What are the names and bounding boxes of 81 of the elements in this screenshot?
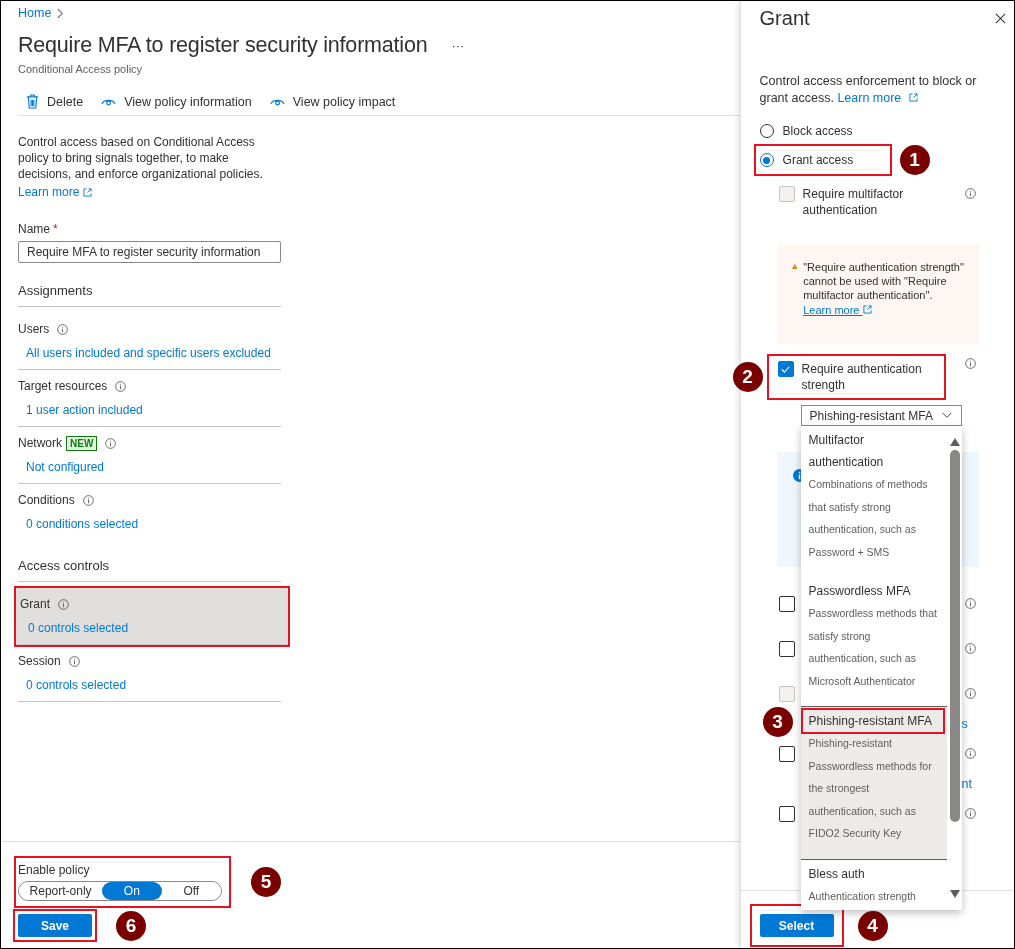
radio-label: Grant access	[782, 153, 854, 167]
section-link[interactable]: 0 controls selected	[28, 621, 129, 635]
learn-more-link[interactable]: Learn more	[18, 185, 93, 199]
section-label: Target resources	[18, 379, 108, 393]
info-icon	[964, 358, 976, 369]
page-subtitle: Conditional Access policy	[18, 63, 144, 75]
checkbox[interactable]	[778, 596, 795, 612]
scrollbar-thumb[interactable]	[949, 450, 960, 822]
step-marker: 6	[116, 910, 146, 941]
step-marker: 4	[857, 910, 888, 941]
section-heading: Access controls	[18, 558, 281, 582]
breadcrumb-link[interactable]: Home	[18, 6, 52, 20]
step-marker: 3	[762, 707, 793, 737]
step-marker: 2	[732, 362, 763, 392]
warning-message: "Require authentication strength" cannot be used with "Require multifactor authentication".	[803, 260, 965, 302]
toolbar-button[interactable]: View policy impact	[267, 94, 398, 109]
more-button[interactable]: ···	[447, 37, 469, 53]
external-link-icon	[862, 305, 872, 314]
info-icon	[57, 323, 69, 335]
info-icon	[115, 380, 127, 392]
name-field[interactable]: Require MFA to register security information	[18, 241, 281, 263]
dropdown-option[interactable]: Passwordless MFA Passwordless methods that satisfy strong authentication, such as Microsoft Authenticator	[800, 577, 947, 706]
name-label: Name	[18, 222, 50, 236]
info-icon	[964, 188, 976, 199]
section-link[interactable]: Not configured	[26, 460, 105, 474]
checkbox[interactable]	[778, 746, 795, 762]
close-icon[interactable]	[995, 12, 1006, 24]
select-button[interactable]: Select	[759, 914, 834, 937]
required-mark: *	[53, 222, 58, 236]
section-label: Conditions	[18, 493, 75, 507]
scroll-up-icon[interactable]	[949, 438, 960, 446]
info-icon	[82, 494, 94, 506]
info-icon	[68, 655, 80, 667]
strength-dropdown[interactable]: Phishing-resistant MFA	[800, 405, 962, 426]
section-label: Grant	[20, 597, 50, 611]
info-icon	[58, 598, 69, 610]
step-marker: 1	[899, 145, 930, 175]
checkbox-label: Require authentication strength	[801, 361, 923, 393]
info-icon	[105, 437, 117, 449]
toggle-option[interactable]: On	[102, 882, 162, 900]
section-label: Session	[18, 654, 61, 668]
step-marker: 5	[251, 867, 281, 897]
checkbox[interactable]	[777, 361, 794, 377]
chevron-down-icon	[940, 412, 953, 419]
dropdown-option[interactable]: Phishing-resistant MFA Phishing-resistant Passwordless methods for the strongest authentication, such as FIDO2 Security Key	[800, 706, 947, 860]
section-label: Network	[18, 436, 62, 450]
chevron-icon	[57, 7, 65, 19]
section-link[interactable]: All users included and specific users excluded	[26, 346, 271, 360]
external-link-icon	[83, 187, 93, 197]
partial-link[interactable]: s	[961, 717, 968, 731]
section-heading: Assignments	[18, 283, 281, 307]
learn-more-link[interactable]: Learn more	[803, 303, 872, 317]
page-title: Require MFA to register security information	[18, 32, 428, 59]
section-link[interactable]: 1 user action included	[26, 403, 143, 417]
policy-description: Control access based on Conditional Access policy to bring signals together, to make decisions, and enforce organizational policies.	[18, 134, 264, 182]
radio-label: Block access	[782, 124, 853, 138]
toolbar-button[interactable]: View policy information	[99, 94, 254, 109]
enable-policy-label: Enable policy	[18, 863, 91, 877]
dropdown-option[interactable]: Bless auth Authentication strength	[800, 859, 947, 910]
external-link-icon	[908, 93, 918, 102]
section-label: Users	[18, 322, 50, 336]
panel-description: Control access enforcement to block or grant access. Learn more	[759, 73, 978, 107]
checkbox-label: Require multifactor authentication	[802, 186, 905, 218]
info-icon	[964, 688, 976, 699]
info-icon	[964, 643, 976, 654]
trash-icon	[26, 94, 39, 109]
toolbar-button[interactable]: Delete	[24, 94, 86, 109]
partial-link[interactable]: nt	[961, 777, 972, 791]
info-icon	[964, 808, 976, 819]
checkbox[interactable]	[778, 641, 795, 657]
info-icon	[964, 748, 976, 759]
section-link[interactable]: 0 conditions selected	[26, 517, 139, 531]
info-icon	[964, 598, 976, 609]
new-badge: NEW	[66, 435, 98, 451]
section-link[interactable]: 0 controls selected	[26, 678, 127, 692]
save-button[interactable]: Save	[18, 914, 92, 937]
panel-title: Grant	[759, 6, 810, 30]
checkbox[interactable]	[778, 806, 795, 822]
learn-more-link[interactable]: Learn more	[837, 91, 918, 105]
scroll-down-icon[interactable]	[949, 890, 960, 898]
dropdown-option[interactable]: Multifactor authentication Combinations of methods that satisfy strong authentication, such as Password + SMS	[800, 426, 947, 577]
